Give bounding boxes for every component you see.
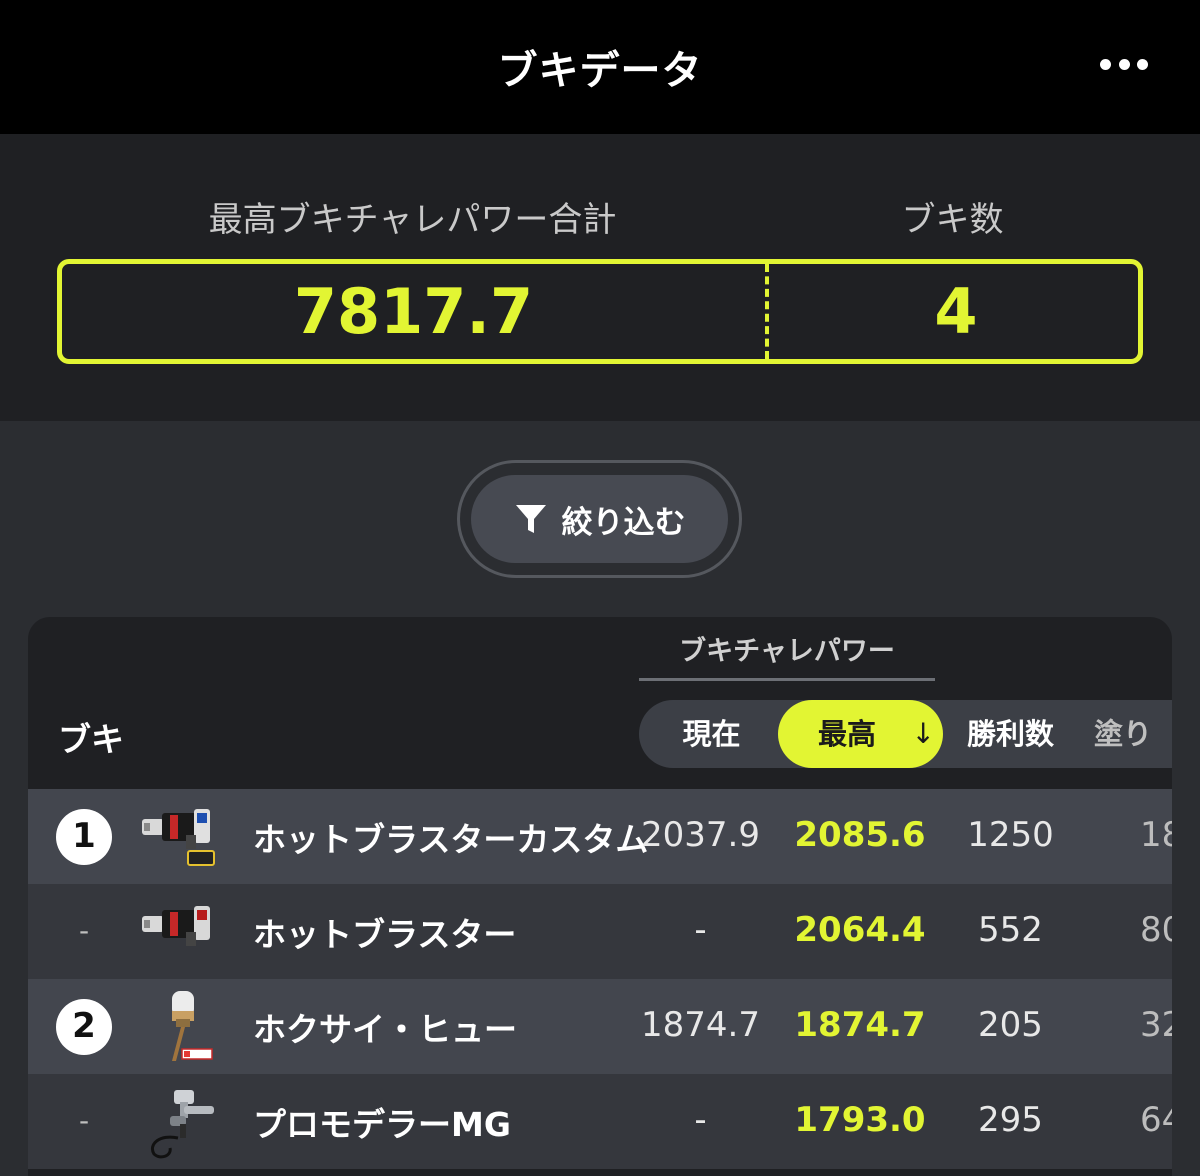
- total-power-label: 最高ブキチャレパワー合計: [208, 200, 617, 240]
- rank-badge: -: [78, 914, 90, 947]
- aerospray-mg-icon: [151, 1090, 214, 1159]
- current-power: -: [694, 910, 707, 950]
- octobrush-icon: [172, 991, 213, 1061]
- weapon-name: ホットブラスターカスタム: [253, 820, 649, 859]
- win-count: 1250: [967, 815, 1054, 855]
- filter-icon: [515, 505, 546, 533]
- current-power: -: [694, 1100, 707, 1140]
- table-row[interactable]: - プロモデラーMG - 1793.0 295 64: [28, 1074, 1172, 1169]
- sort-down-arrow-icon: ↓: [911, 717, 935, 750]
- best-power: 2064.4: [794, 910, 926, 950]
- tab-best-label: 最高: [818, 717, 877, 751]
- filter-button-frame: 絞り込む: [457, 460, 742, 578]
- weapon-name: ホットブラスター: [253, 915, 517, 954]
- rank-badge: 2: [56, 999, 112, 1055]
- weapon-count-label: ブキ数: [901, 200, 1004, 240]
- table-row[interactable]: 1 ホットブラスターカスタム 2037.9 2085.6 1250 18: [28, 789, 1172, 884]
- weapon-table: ブキチャレパワー ブキ 現在 最高 ↓ 勝利数 塗り 1 ホットブラスターカスタ…: [28, 617, 1172, 1176]
- win-count: 205: [978, 1005, 1043, 1045]
- filter-button[interactable]: 絞り込む: [471, 475, 728, 563]
- best-power: 1874.7: [794, 1005, 926, 1045]
- tab-best[interactable]: 最高 ↓: [778, 700, 943, 768]
- power-group-underline: [639, 678, 935, 681]
- paint-value: 80: [1140, 910, 1172, 950]
- hot-blaster-icon: [142, 906, 210, 946]
- weapon-count-value: 4: [934, 275, 978, 348]
- power-group-label: ブキチャレパワー: [679, 636, 895, 667]
- paint-value: 18: [1140, 815, 1172, 855]
- win-count: 295: [978, 1100, 1043, 1140]
- total-power-value: 7817.7: [293, 275, 534, 348]
- current-power: 1874.7: [641, 1005, 760, 1045]
- tab-current[interactable]: 現在: [639, 700, 784, 768]
- summary-panel: 最高ブキチャレパワー合計 ブキ数 7817.7 4: [0, 134, 1200, 421]
- win-count: 552: [978, 910, 1043, 950]
- current-power: 2037.9: [641, 815, 760, 855]
- weapon-column-header: ブキ: [58, 720, 124, 759]
- paint-value: 32: [1140, 1005, 1172, 1045]
- tab-wins[interactable]: 勝利数: [943, 700, 1078, 768]
- more-options-icon[interactable]: [1100, 56, 1148, 72]
- sort-tabs: 現在 最高 ↓ 勝利数 塗り: [639, 700, 1172, 768]
- weapon-name: プロモデラーMG: [253, 1105, 511, 1144]
- table-row[interactable]: 2 ホクサイ・ヒュー 1874.7 1874.7 205 32: [28, 979, 1172, 1074]
- paint-value: 64: [1140, 1100, 1172, 1140]
- app-header: ブキデータ: [0, 0, 1200, 134]
- rank-badge: 1: [56, 809, 112, 865]
- tab-paint[interactable]: 塗り: [1094, 700, 1172, 768]
- table-row[interactable]: - ホットブラスター - 2064.4 552 80: [28, 884, 1172, 979]
- best-power: 1793.0: [794, 1100, 926, 1140]
- filter-label: 絞り込む: [561, 504, 686, 541]
- summary-box: 7817.7 4: [57, 259, 1143, 364]
- best-power: 2085.6: [794, 815, 926, 855]
- rank-badge: -: [78, 1104, 90, 1137]
- hot-blaster-custom-icon: [142, 809, 215, 866]
- weapon-name: ホクサイ・ヒュー: [253, 1010, 517, 1049]
- page-title: ブキデータ: [497, 48, 703, 94]
